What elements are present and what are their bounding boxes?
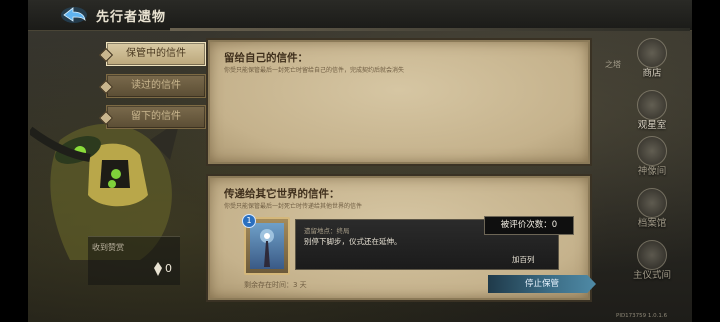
likes-label: 收到赞赏 bbox=[92, 243, 124, 252]
message-text: 别停下脚步，仪式还在延伸。 bbox=[304, 237, 402, 246]
nav-observatory[interactable]: 观星室 bbox=[625, 90, 679, 138]
letterbox-right bbox=[692, 0, 720, 322]
author-name-link[interactable]: 加百列 bbox=[512, 254, 535, 265]
back-arrow-icon bbox=[61, 7, 87, 23]
nav-label: 商店 bbox=[642, 68, 662, 79]
tab-read-letters[interactable]: 读过的信件 bbox=[98, 74, 206, 98]
evaluation-count: 被评价次数：0 bbox=[484, 216, 574, 235]
nav-label: 主仪式间 bbox=[632, 270, 671, 281]
likes-count: 0 bbox=[165, 262, 172, 275]
card-art bbox=[250, 223, 284, 269]
game-screen: 先行者遗物 收到赞赏 0 保管中的信件 读过的信件 留下的信件 留给自己的信件：… bbox=[0, 0, 720, 322]
nav-shop[interactable]: 商店 bbox=[625, 38, 679, 86]
remaining-time: 剩余存在时间：3 天 bbox=[244, 281, 307, 289]
nav-label: 观星室 bbox=[637, 120, 667, 131]
statue-icon bbox=[637, 136, 667, 166]
back-button[interactable] bbox=[60, 5, 88, 25]
nav-statue-hall[interactable]: 神像间 bbox=[625, 136, 679, 184]
tab-label: 留下的信件 bbox=[131, 111, 181, 122]
letter-card[interactable]: 1 bbox=[242, 214, 290, 275]
card-count-badge: 1 bbox=[242, 214, 256, 228]
own-letter-panel: 留给自己的信件： 你受只能保管最后一封死亡时留给自己的信件，完成契约后就会消失 bbox=[208, 40, 590, 164]
nav-label: 神像间 bbox=[637, 166, 667, 177]
page-title: 先行者遗物 bbox=[96, 10, 167, 25]
version-label: PID173759 1.0.1.6 bbox=[616, 313, 668, 319]
header-divider bbox=[170, 28, 690, 31]
quill-icon bbox=[154, 262, 162, 276]
tower-partial-label: 之塔 bbox=[605, 60, 621, 69]
magic-staff-icon bbox=[260, 229, 274, 267]
tab-kept-letters[interactable]: 保管中的信件 bbox=[98, 42, 206, 66]
archive-icon bbox=[637, 188, 667, 218]
own-letter-title: 留给自己的信件： bbox=[224, 52, 308, 64]
telescope-icon bbox=[637, 90, 667, 120]
tab-left-letters[interactable]: 留下的信件 bbox=[98, 105, 206, 129]
nav-archive[interactable]: 档案馆 bbox=[625, 188, 679, 236]
other-letter-subtitle: 你受只能保管最后一封死亡时传递给其他世界的信件 bbox=[224, 203, 363, 210]
shop-icon bbox=[637, 38, 667, 68]
letterbox-left bbox=[0, 0, 28, 322]
other-letter-title: 传递给其它世界的信件： bbox=[224, 188, 340, 200]
nav-main-ritual-hall[interactable]: 主仪式间 bbox=[625, 240, 679, 288]
tab-label: 保管中的信件 bbox=[126, 48, 186, 59]
message-location: 遗留地点：终局 bbox=[304, 227, 350, 235]
ritual-icon bbox=[637, 240, 667, 270]
own-letter-subtitle: 你受只能保管最后一封死亡时留给自己的信件，完成契约后就会消失 bbox=[224, 67, 405, 74]
nav-label: 档案馆 bbox=[637, 218, 667, 229]
stop-keeping-button[interactable]: 停止保管 bbox=[488, 275, 596, 293]
tab-label: 读过的信件 bbox=[131, 80, 181, 91]
